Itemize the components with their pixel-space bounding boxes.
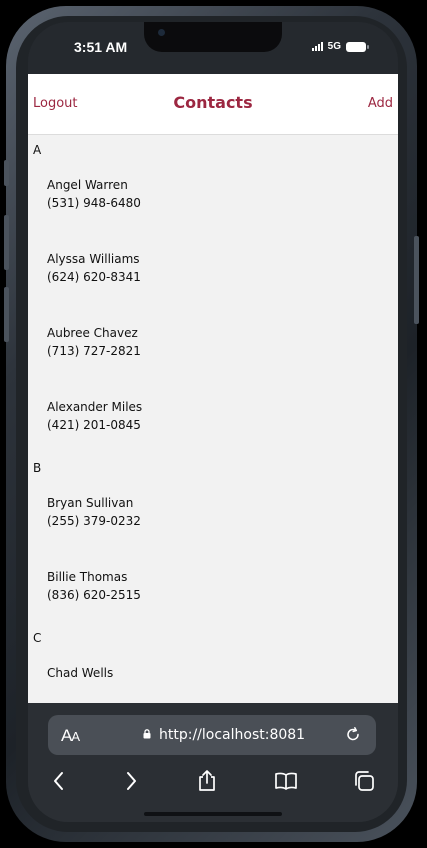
contact-row[interactable]: Alexander Miles (421) 201-0845	[28, 379, 398, 453]
contact-list[interactable]: A Angel Warren (531) 948-6480 Alyssa Wil…	[28, 135, 398, 703]
contact-name: Alyssa Williams	[47, 252, 140, 266]
tabs-icon[interactable]	[352, 769, 376, 793]
notch	[144, 22, 282, 52]
signal-icon	[311, 42, 323, 51]
contact-name: Bryan Sullivan	[47, 496, 134, 510]
add-contact-button[interactable]: Add	[368, 96, 393, 111]
contact-row[interactable]: Alyssa Williams (624) 620-8341	[28, 231, 398, 305]
lock-icon	[143, 729, 151, 739]
home-indicator	[144, 812, 282, 816]
section-header-c: C	[33, 631, 42, 645]
volume-down-button	[4, 287, 9, 342]
back-icon[interactable]	[47, 769, 71, 793]
contact-name: Chad Wells	[47, 666, 114, 680]
contact-name: Angel Warren	[47, 178, 128, 192]
contacts-app: Logout Contacts Add A Angel Warren (531)…	[28, 74, 398, 703]
contact-row[interactable]: Billie Thomas (836) 620-2515	[28, 549, 398, 623]
navigation-bar: Logout Contacts Add	[28, 74, 398, 135]
share-icon[interactable]	[195, 769, 219, 793]
silent-switch	[4, 160, 9, 186]
camera-icon	[158, 29, 165, 36]
contact-phone: (713) 727-2821	[47, 344, 141, 358]
contact-phone: (836) 620-2515	[47, 588, 141, 602]
forward-icon[interactable]	[119, 769, 143, 793]
contact-row[interactable]: Angel Warren (531) 948-6480	[28, 157, 398, 231]
contact-phone: (255) 379-0232	[47, 514, 141, 528]
contact-name: Billie Thomas	[47, 570, 128, 584]
contact-row[interactable]: Chad Wells	[28, 645, 398, 703]
volume-up-button	[4, 215, 9, 270]
page-title: Contacts	[173, 93, 253, 112]
contact-phone: (531) 948-6480	[47, 196, 141, 210]
contact-phone: (624) 620-8341	[47, 270, 141, 284]
text-size-button[interactable]: AA	[61, 726, 80, 746]
section-header-a: A	[33, 143, 42, 157]
browser-bar: AA http://localhost:8081	[28, 703, 398, 822]
status-indicators: 5G	[311, 41, 369, 52]
contact-row[interactable]: Bryan Sullivan (255) 379-0232	[28, 475, 398, 549]
status-bar: 3:51 AM 5G	[28, 22, 398, 74]
network-label: 5G	[327, 41, 341, 52]
power-button	[414, 236, 419, 324]
phone-screen: 3:51 AM 5G Logout Contacts Add A Angel W…	[28, 22, 398, 822]
reload-icon[interactable]	[344, 726, 362, 744]
contact-row[interactable]: Aubree Chavez (713) 727-2821	[28, 305, 398, 379]
status-time: 3:51 AM	[74, 39, 128, 55]
bookmarks-icon[interactable]	[274, 769, 298, 793]
text-size-large-label: A	[61, 726, 72, 745]
address-bar[interactable]: AA http://localhost:8081	[48, 715, 376, 755]
contact-name: Aubree Chavez	[47, 326, 138, 340]
text-size-small-label: A	[71, 729, 80, 744]
contact-phone: (421) 201-0845	[47, 418, 141, 432]
battery-icon	[346, 41, 369, 52]
url-text: http://localhost:8081	[159, 727, 306, 743]
contact-name: Alexander Miles	[47, 400, 143, 414]
section-header-b: B	[33, 461, 42, 475]
